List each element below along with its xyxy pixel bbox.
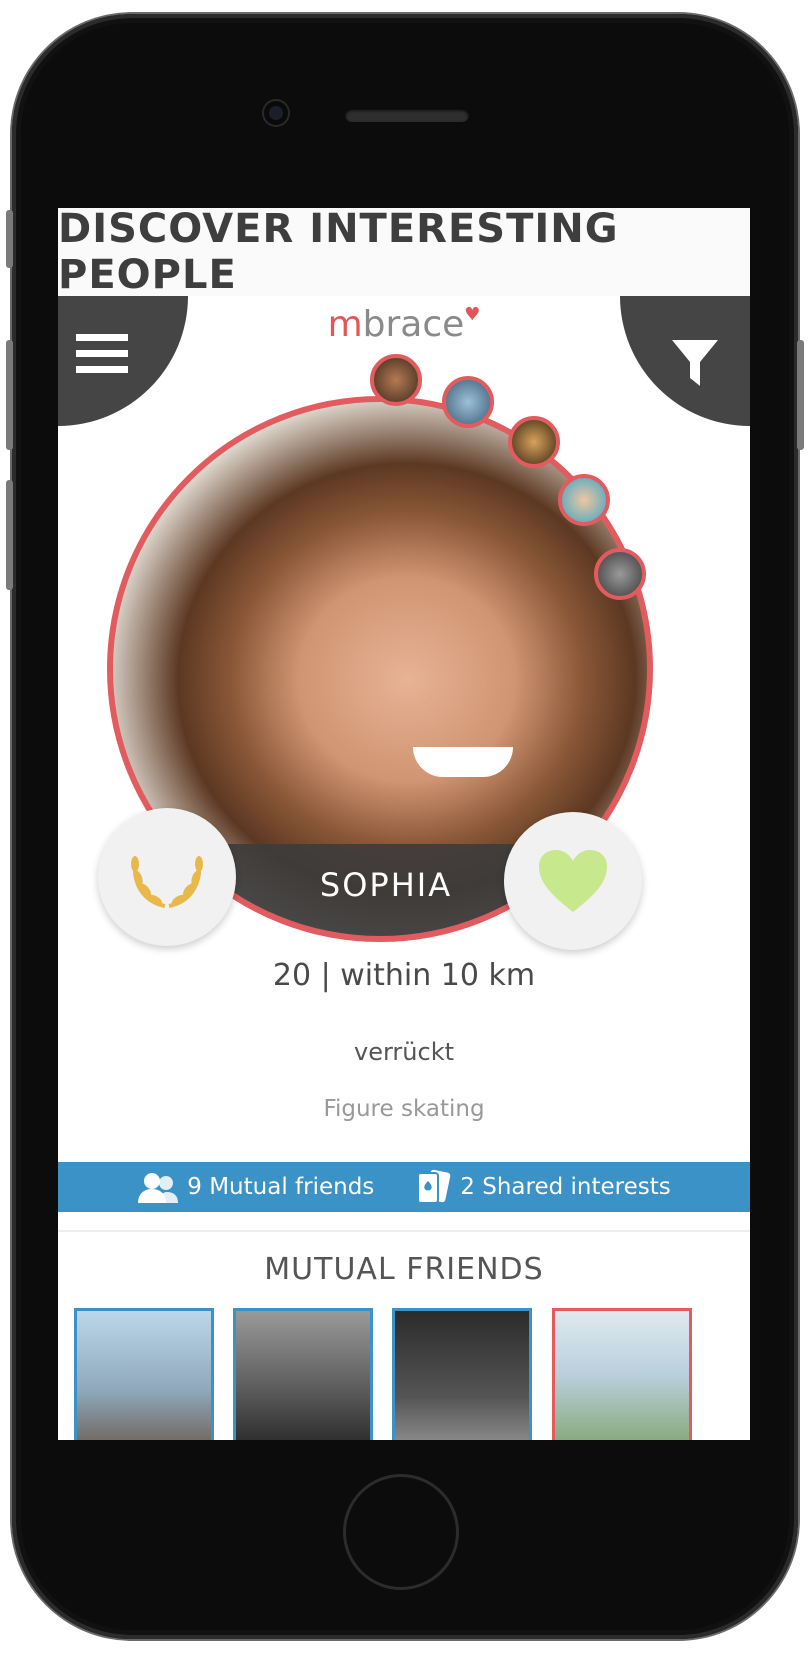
- like-button[interactable]: [504, 812, 642, 950]
- profile-tagline: verrückt: [354, 1038, 454, 1066]
- shared-interests-count: 2 Shared interests: [460, 1174, 671, 1200]
- gallery-thumb-3[interactable]: [508, 416, 560, 468]
- mutual-friends-count: 9 Mutual friends: [187, 1174, 375, 1200]
- section-divider: [58, 1230, 750, 1232]
- gallery-thumb-4[interactable]: [558, 474, 610, 526]
- gallery-thumb-2[interactable]: [442, 376, 494, 428]
- filter-funnel-icon: [672, 340, 718, 386]
- gallery-thumb-1[interactable]: [370, 354, 422, 406]
- laurel-wreath-icon: [131, 856, 203, 908]
- earpiece-speaker: [345, 108, 469, 122]
- headline-banner: DISCOVER INTERESTING PEOPLE: [58, 208, 750, 298]
- playing-cards-icon: [417, 1169, 451, 1204]
- volume-up-button: [6, 340, 13, 450]
- power-button: [797, 340, 804, 450]
- stats-bar: 9 Mutual friends 2 Shared interests: [58, 1162, 750, 1212]
- mutual-friend-thumb[interactable]: [552, 1308, 692, 1440]
- award-button[interactable]: [98, 808, 236, 946]
- mutual-friend-thumb[interactable]: [392, 1308, 532, 1440]
- home-button[interactable]: [343, 1474, 459, 1590]
- age-distance: 20 | within 10 km: [272, 958, 536, 993]
- app-screen: DISCOVER INTERESTING PEOPLE mbrace♥ SOPH…: [58, 208, 750, 1440]
- shared-interests-link[interactable]: 2 Shared interests: [414, 1167, 671, 1207]
- filter-button[interactable]: [620, 296, 750, 426]
- mutual-friend-thumb[interactable]: [74, 1308, 214, 1440]
- profile-photo-smile: [413, 747, 513, 777]
- gallery-thumb-5[interactable]: [594, 548, 646, 600]
- profile-interest: Figure skating: [323, 1096, 485, 1122]
- mute-switch: [6, 210, 13, 268]
- headline-text: DISCOVER INTERESTING PEOPLE: [58, 208, 619, 298]
- logo-heart-icon: ♥: [464, 304, 481, 325]
- hamburger-menu-icon: [76, 334, 128, 426]
- volume-down-button: [6, 480, 13, 590]
- mutual-friends-title: MUTUAL FRIENDS: [264, 1252, 544, 1287]
- mutual-friend-thumb[interactable]: [233, 1308, 373, 1440]
- heart-icon: [539, 850, 607, 912]
- front-camera: [264, 101, 288, 125]
- mutual-friends-link[interactable]: 9 Mutual friends: [137, 1171, 374, 1203]
- people-icon: [138, 1173, 179, 1203]
